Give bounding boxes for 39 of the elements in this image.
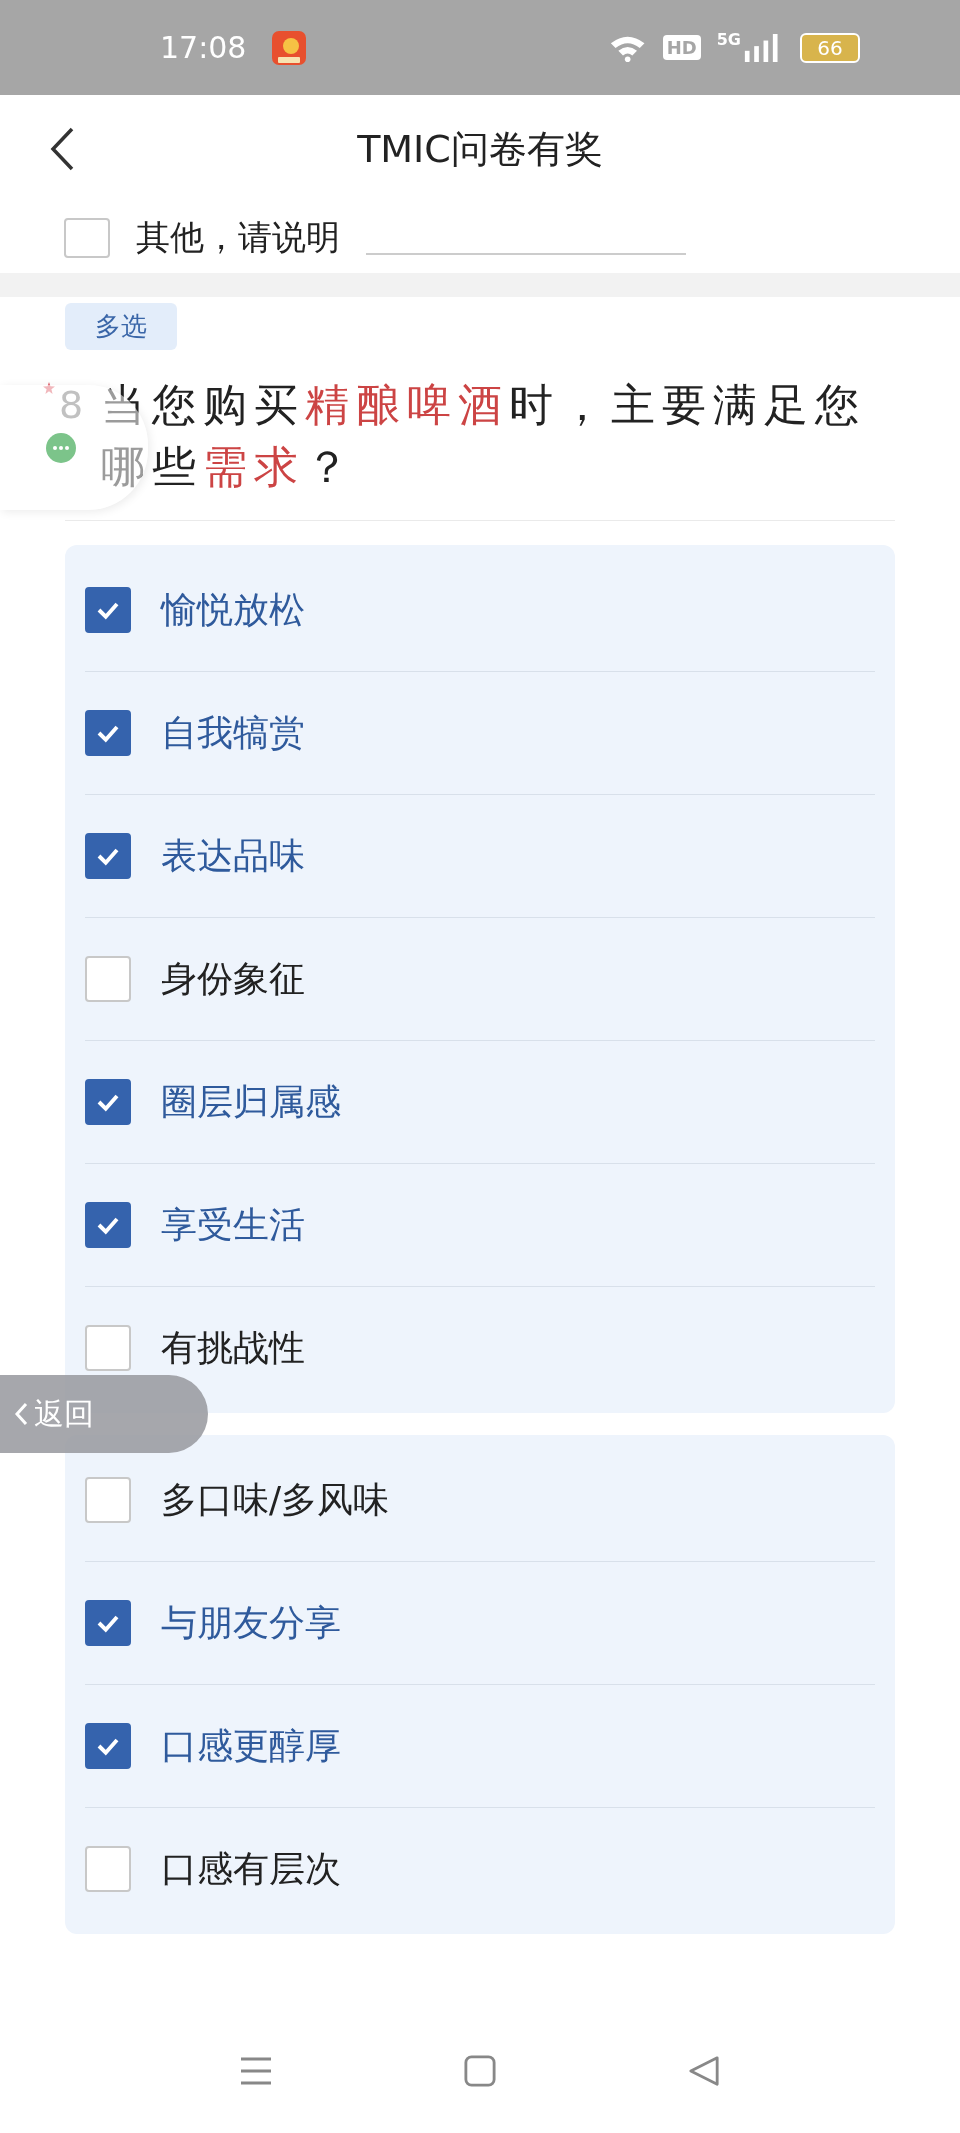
checkbox[interactable] bbox=[85, 1846, 131, 1892]
option-label[interactable]: 口感有层次 bbox=[161, 1844, 341, 1894]
hd-indicator: HD bbox=[662, 35, 701, 60]
checkbox[interactable] bbox=[85, 710, 131, 756]
option-label: 其他，请说明 bbox=[136, 216, 340, 259]
page-title: TMIC问卷有奖 bbox=[357, 125, 603, 173]
checkbox[interactable] bbox=[85, 1600, 131, 1646]
checkbox[interactable] bbox=[85, 1325, 131, 1371]
option-label[interactable]: 圈层归属感 bbox=[161, 1077, 341, 1127]
option-label[interactable]: 口感更醇厚 bbox=[161, 1721, 341, 1771]
back-triangle-icon[interactable] bbox=[687, 2054, 721, 2087]
option-label[interactable]: 身份象征 bbox=[161, 954, 305, 1004]
checkbox[interactable] bbox=[85, 1079, 131, 1125]
option-label[interactable]: 自我犒赏 bbox=[161, 708, 305, 758]
option-label[interactable]: 享受生活 bbox=[161, 1200, 305, 1250]
app-notification-icon bbox=[272, 30, 307, 65]
home-icon[interactable] bbox=[463, 2054, 497, 2087]
option-label[interactable]: 表达品味 bbox=[161, 831, 305, 881]
battery-indicator: 66 bbox=[800, 32, 860, 63]
option-label[interactable]: 愉悦放松 bbox=[161, 585, 305, 635]
checkbox[interactable] bbox=[85, 956, 131, 1002]
checkbox[interactable] bbox=[85, 587, 131, 633]
option-label[interactable]: 有挑战性 bbox=[161, 1323, 305, 1373]
chevron-left-icon[interactable] bbox=[14, 1402, 28, 1426]
question-text: 当您购买精酿啤酒时，主要满足您哪些需求？ bbox=[101, 378, 868, 494]
checkbox[interactable] bbox=[85, 1202, 131, 1248]
checkbox[interactable] bbox=[85, 833, 131, 879]
checkbox[interactable] bbox=[85, 1723, 131, 1769]
floating-widget[interactable] bbox=[0, 385, 148, 510]
more-icon[interactable] bbox=[46, 433, 76, 463]
option-label[interactable]: 多口味/多风味 bbox=[161, 1475, 390, 1525]
checkbox[interactable] bbox=[64, 218, 110, 258]
option-label[interactable]: 与朋友分享 bbox=[161, 1598, 341, 1648]
network-type: 5G bbox=[716, 30, 741, 49]
checkbox[interactable] bbox=[85, 1477, 131, 1523]
question-type-tag: 多选 bbox=[65, 303, 177, 350]
back-icon[interactable] bbox=[50, 127, 74, 171]
question-number: 8 bbox=[59, 382, 84, 429]
status-time: 17:08 bbox=[160, 30, 247, 65]
